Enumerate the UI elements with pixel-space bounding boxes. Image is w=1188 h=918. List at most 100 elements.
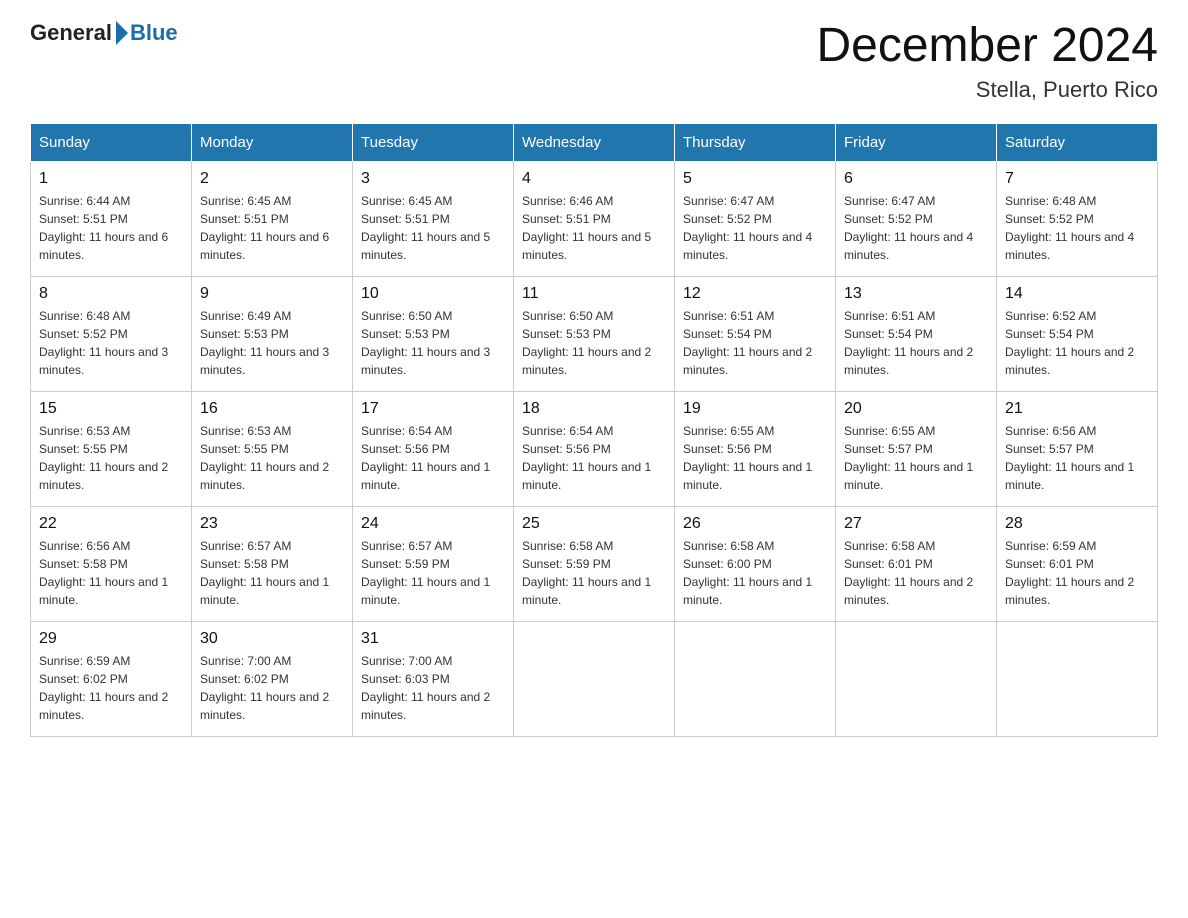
calendar-table: SundayMondayTuesdayWednesdayThursdayFrid… <box>30 123 1158 737</box>
day-cell: 13 Sunrise: 6:51 AM Sunset: 5:54 PM Dayl… <box>836 276 997 391</box>
day-number: 19 <box>683 400 827 418</box>
week-row-5: 29 Sunrise: 6:59 AM Sunset: 6:02 PM Dayl… <box>31 621 1158 736</box>
day-info: Sunrise: 6:50 AM Sunset: 5:53 PM Dayligh… <box>522 307 666 379</box>
day-info: Sunrise: 6:56 AM Sunset: 5:57 PM Dayligh… <box>1005 422 1149 494</box>
day-number: 16 <box>200 400 344 418</box>
day-number: 2 <box>200 170 344 188</box>
header-cell-saturday: Saturday <box>997 123 1158 161</box>
day-info: Sunrise: 6:51 AM Sunset: 5:54 PM Dayligh… <box>683 307 827 379</box>
day-cell: 18 Sunrise: 6:54 AM Sunset: 5:56 PM Dayl… <box>514 391 675 506</box>
logo-general-text: General <box>30 20 112 46</box>
day-info: Sunrise: 6:48 AM Sunset: 5:52 PM Dayligh… <box>1005 192 1149 264</box>
logo-arrow-icon <box>116 21 128 45</box>
day-number: 11 <box>522 285 666 303</box>
header-cell-sunday: Sunday <box>31 123 192 161</box>
day-number: 30 <box>200 630 344 648</box>
calendar-subtitle: Stella, Puerto Rico <box>816 77 1158 103</box>
week-row-4: 22 Sunrise: 6:56 AM Sunset: 5:58 PM Dayl… <box>31 506 1158 621</box>
day-info: Sunrise: 6:47 AM Sunset: 5:52 PM Dayligh… <box>683 192 827 264</box>
day-cell: 6 Sunrise: 6:47 AM Sunset: 5:52 PM Dayli… <box>836 161 997 276</box>
day-cell: 5 Sunrise: 6:47 AM Sunset: 5:52 PM Dayli… <box>675 161 836 276</box>
day-number: 18 <box>522 400 666 418</box>
day-info: Sunrise: 6:51 AM Sunset: 5:54 PM Dayligh… <box>844 307 988 379</box>
day-cell: 25 Sunrise: 6:58 AM Sunset: 5:59 PM Dayl… <box>514 506 675 621</box>
day-info: Sunrise: 6:53 AM Sunset: 5:55 PM Dayligh… <box>200 422 344 494</box>
day-info: Sunrise: 7:00 AM Sunset: 6:03 PM Dayligh… <box>361 652 505 724</box>
header-cell-friday: Friday <box>836 123 997 161</box>
day-number: 21 <box>1005 400 1149 418</box>
day-cell: 4 Sunrise: 6:46 AM Sunset: 5:51 PM Dayli… <box>514 161 675 276</box>
day-number: 8 <box>39 285 183 303</box>
day-cell: 22 Sunrise: 6:56 AM Sunset: 5:58 PM Dayl… <box>31 506 192 621</box>
logo-blue-text: Blue <box>130 20 178 46</box>
day-cell: 11 Sunrise: 6:50 AM Sunset: 5:53 PM Dayl… <box>514 276 675 391</box>
day-cell: 23 Sunrise: 6:57 AM Sunset: 5:58 PM Dayl… <box>192 506 353 621</box>
day-cell: 14 Sunrise: 6:52 AM Sunset: 5:54 PM Dayl… <box>997 276 1158 391</box>
day-info: Sunrise: 6:58 AM Sunset: 6:00 PM Dayligh… <box>683 537 827 609</box>
day-number: 17 <box>361 400 505 418</box>
day-info: Sunrise: 6:45 AM Sunset: 5:51 PM Dayligh… <box>361 192 505 264</box>
day-number: 22 <box>39 515 183 533</box>
day-info: Sunrise: 6:56 AM Sunset: 5:58 PM Dayligh… <box>39 537 183 609</box>
header-cell-wednesday: Wednesday <box>514 123 675 161</box>
day-cell: 17 Sunrise: 6:54 AM Sunset: 5:56 PM Dayl… <box>353 391 514 506</box>
day-number: 27 <box>844 515 988 533</box>
day-cell: 19 Sunrise: 6:55 AM Sunset: 5:56 PM Dayl… <box>675 391 836 506</box>
day-number: 7 <box>1005 170 1149 188</box>
day-cell <box>675 621 836 736</box>
day-info: Sunrise: 6:52 AM Sunset: 5:54 PM Dayligh… <box>1005 307 1149 379</box>
day-cell: 10 Sunrise: 6:50 AM Sunset: 5:53 PM Dayl… <box>353 276 514 391</box>
day-info: Sunrise: 6:45 AM Sunset: 5:51 PM Dayligh… <box>200 192 344 264</box>
day-cell: 21 Sunrise: 6:56 AM Sunset: 5:57 PM Dayl… <box>997 391 1158 506</box>
day-cell: 12 Sunrise: 6:51 AM Sunset: 5:54 PM Dayl… <box>675 276 836 391</box>
day-info: Sunrise: 6:58 AM Sunset: 6:01 PM Dayligh… <box>844 537 988 609</box>
day-number: 13 <box>844 285 988 303</box>
day-number: 9 <box>200 285 344 303</box>
calendar-title: December 2024 <box>816 20 1158 73</box>
day-number: 12 <box>683 285 827 303</box>
week-row-2: 8 Sunrise: 6:48 AM Sunset: 5:52 PM Dayli… <box>31 276 1158 391</box>
day-cell: 29 Sunrise: 6:59 AM Sunset: 6:02 PM Dayl… <box>31 621 192 736</box>
day-cell: 7 Sunrise: 6:48 AM Sunset: 5:52 PM Dayli… <box>997 161 1158 276</box>
day-cell: 2 Sunrise: 6:45 AM Sunset: 5:51 PM Dayli… <box>192 161 353 276</box>
day-number: 5 <box>683 170 827 188</box>
day-cell: 26 Sunrise: 6:58 AM Sunset: 6:00 PM Dayl… <box>675 506 836 621</box>
day-info: Sunrise: 6:54 AM Sunset: 5:56 PM Dayligh… <box>522 422 666 494</box>
day-cell: 28 Sunrise: 6:59 AM Sunset: 6:01 PM Dayl… <box>997 506 1158 621</box>
day-number: 24 <box>361 515 505 533</box>
day-number: 25 <box>522 515 666 533</box>
day-info: Sunrise: 6:48 AM Sunset: 5:52 PM Dayligh… <box>39 307 183 379</box>
day-cell: 9 Sunrise: 6:49 AM Sunset: 5:53 PM Dayli… <box>192 276 353 391</box>
day-info: Sunrise: 6:58 AM Sunset: 5:59 PM Dayligh… <box>522 537 666 609</box>
day-cell <box>514 621 675 736</box>
day-info: Sunrise: 6:46 AM Sunset: 5:51 PM Dayligh… <box>522 192 666 264</box>
day-info: Sunrise: 6:47 AM Sunset: 5:52 PM Dayligh… <box>844 192 988 264</box>
day-cell: 31 Sunrise: 7:00 AM Sunset: 6:03 PM Dayl… <box>353 621 514 736</box>
logo: General Blue <box>30 20 178 46</box>
day-info: Sunrise: 7:00 AM Sunset: 6:02 PM Dayligh… <box>200 652 344 724</box>
day-cell: 3 Sunrise: 6:45 AM Sunset: 5:51 PM Dayli… <box>353 161 514 276</box>
header-cell-monday: Monday <box>192 123 353 161</box>
title-block: December 2024 Stella, Puerto Rico <box>816 20 1158 103</box>
week-row-1: 1 Sunrise: 6:44 AM Sunset: 5:51 PM Dayli… <box>31 161 1158 276</box>
day-info: Sunrise: 6:50 AM Sunset: 5:53 PM Dayligh… <box>361 307 505 379</box>
day-info: Sunrise: 6:59 AM Sunset: 6:01 PM Dayligh… <box>1005 537 1149 609</box>
day-cell: 20 Sunrise: 6:55 AM Sunset: 5:57 PM Dayl… <box>836 391 997 506</box>
day-info: Sunrise: 6:49 AM Sunset: 5:53 PM Dayligh… <box>200 307 344 379</box>
header-cell-tuesday: Tuesday <box>353 123 514 161</box>
day-info: Sunrise: 6:55 AM Sunset: 5:57 PM Dayligh… <box>844 422 988 494</box>
day-info: Sunrise: 6:57 AM Sunset: 5:58 PM Dayligh… <box>200 537 344 609</box>
day-info: Sunrise: 6:53 AM Sunset: 5:55 PM Dayligh… <box>39 422 183 494</box>
day-cell: 8 Sunrise: 6:48 AM Sunset: 5:52 PM Dayli… <box>31 276 192 391</box>
day-number: 26 <box>683 515 827 533</box>
day-number: 6 <box>844 170 988 188</box>
page-header: General Blue December 2024 Stella, Puert… <box>30 20 1158 103</box>
day-cell: 15 Sunrise: 6:53 AM Sunset: 5:55 PM Dayl… <box>31 391 192 506</box>
day-cell: 1 Sunrise: 6:44 AM Sunset: 5:51 PM Dayli… <box>31 161 192 276</box>
day-cell: 24 Sunrise: 6:57 AM Sunset: 5:59 PM Dayl… <box>353 506 514 621</box>
day-info: Sunrise: 6:57 AM Sunset: 5:59 PM Dayligh… <box>361 537 505 609</box>
week-row-3: 15 Sunrise: 6:53 AM Sunset: 5:55 PM Dayl… <box>31 391 1158 506</box>
header-row: SundayMondayTuesdayWednesdayThursdayFrid… <box>31 123 1158 161</box>
day-number: 14 <box>1005 285 1149 303</box>
day-number: 20 <box>844 400 988 418</box>
